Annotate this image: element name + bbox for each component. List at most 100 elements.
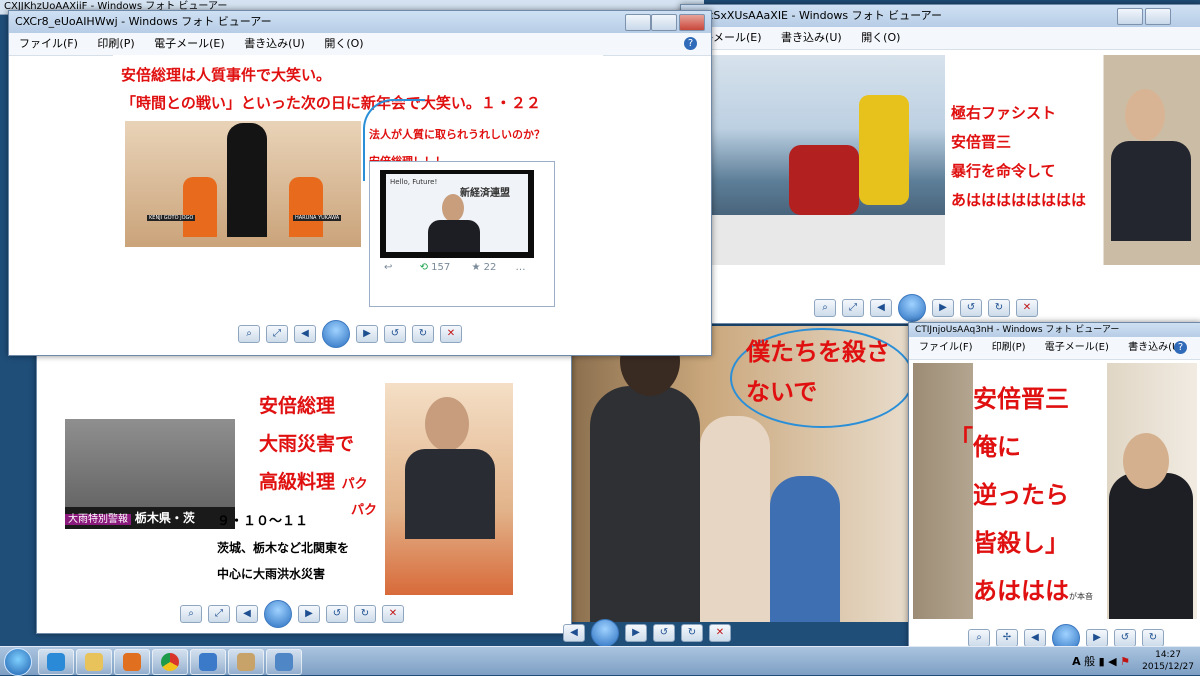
rotate-left-icon[interactable]: ↺ <box>653 624 675 642</box>
flood-desc1: 茨城、栃木など北関東を <box>217 541 350 555</box>
flag-icon[interactable]: ⚑ <box>1120 655 1130 668</box>
volume-icon[interactable]: ◀ <box>1108 655 1116 668</box>
close-button[interactable] <box>679 14 705 31</box>
tray-ime-mode[interactable]: 般 <box>1084 655 1095 668</box>
tweet-window[interactable]: Hello, Future! 新経済連盟 ↩ ⟲ 157 ★ 22 … <box>369 161 555 307</box>
maximize-button[interactable] <box>1145 8 1171 25</box>
menu-file[interactable]: ファイル(F) <box>19 37 78 50</box>
taskbar-media[interactable] <box>114 649 150 675</box>
reply-icon[interactable]: ↩ <box>384 262 392 273</box>
next-icon[interactable]: ▶ <box>298 605 320 623</box>
taskbar-app5[interactable] <box>190 649 226 675</box>
dining-photo <box>385 383 513 595</box>
help-icon[interactable]: ? <box>1174 341 1187 354</box>
zoom-icon[interactable]: ⌕ <box>180 605 202 623</box>
smiling-photo: 極右ファシスト 安倍晋三 暴行を命令して あはははははははは <box>945 55 1200 265</box>
minimize-button[interactable] <box>1117 8 1143 25</box>
prev-icon[interactable]: ◀ <box>236 605 258 623</box>
zoom-icon[interactable]: ⌕ <box>968 629 990 647</box>
flood-desc2: 中心に大雨洪水災害 <box>217 567 326 581</box>
delete-icon[interactable]: ✕ <box>709 624 731 642</box>
menu-burn[interactable]: 書き込み(U) <box>781 31 842 44</box>
menu-email[interactable]: 電子メール(E) <box>1045 342 1109 353</box>
clock[interactable]: 14:27 2015/12/27 <box>1142 649 1194 673</box>
tray-ime-a[interactable]: A <box>1072 655 1081 668</box>
headline-line1: 安倍総理は人質事件で大笑い。 <box>121 66 332 84</box>
menu-print[interactable]: 印刷(P) <box>992 342 1026 353</box>
more-icon[interactable]: … <box>516 262 526 273</box>
start-button[interactable] <box>4 648 32 676</box>
man-figure <box>590 386 700 622</box>
ie-icon <box>47 653 65 671</box>
person-figure <box>789 145 859 215</box>
taskbar-explorer[interactable] <box>76 649 112 675</box>
rotate-left-icon[interactable]: ↺ <box>960 299 982 317</box>
taskbar-chrome[interactable] <box>152 649 188 675</box>
photo-viewer-window-bottomright[interactable]: CTIJnjoUsAAq3nH - Windows フォト ビューアー ファイル… <box>908 322 1200 654</box>
quote-line1: 安倍晋三 <box>973 385 1069 413</box>
delete-icon[interactable]: ✕ <box>382 605 404 623</box>
window-title: kSxXUsAAaXIE - Windows フォト ビューアー <box>707 9 942 22</box>
news-region: 栃木県・茨 <box>134 511 195 525</box>
zoom-icon[interactable]: ⌕ <box>238 325 260 343</box>
rotate-left-icon[interactable]: ↺ <box>384 325 406 343</box>
background-viewer-toolbar: ◀ ▶ ↺ ↻ ✕ <box>560 618 734 648</box>
rotate-left-icon[interactable]: ↺ <box>326 605 348 623</box>
menu-print[interactable]: 印刷(P) <box>97 37 134 50</box>
zoom-icon[interactable]: ⌕ <box>814 299 836 317</box>
prev-icon[interactable]: ◀ <box>563 624 585 642</box>
fit-icon[interactable]: ⤢ <box>208 605 230 623</box>
prev-icon[interactable]: ◀ <box>294 325 316 343</box>
delete-icon[interactable]: ✕ <box>440 325 462 343</box>
rotate-right-icon[interactable]: ↻ <box>354 605 376 623</box>
fit-icon[interactable]: ⤢ <box>266 325 288 343</box>
next-icon[interactable]: ▶ <box>1086 629 1108 647</box>
taskbar-photo-viewer[interactable] <box>266 649 302 675</box>
slideshow-icon[interactable] <box>264 600 292 628</box>
delete-icon[interactable]: ✕ <box>1016 299 1038 317</box>
slideshow-icon[interactable] <box>322 320 350 348</box>
retweet-icon[interactable]: ⟲ <box>420 262 428 273</box>
fit-icon[interactable]: ⤢ <box>842 299 864 317</box>
photo-viewer-window-topright[interactable]: kSxXUsAAaXIE - Windows フォト ビューアー 電子メール(E… <box>680 4 1200 324</box>
flood-date: ９・１０～１１ <box>217 514 309 529</box>
network-icon[interactable]: ▮ <box>1099 655 1105 668</box>
next-icon[interactable]: ▶ <box>356 325 378 343</box>
prev-icon[interactable]: ◀ <box>1024 629 1046 647</box>
star-icon[interactable]: ★ <box>471 262 480 273</box>
handwriting-line2: ないで <box>746 378 818 406</box>
hostage-label-left: KENJI GOTO JOGO <box>147 215 196 221</box>
quote-line5: あはははが本音 <box>973 567 1133 621</box>
taskbar-ie[interactable] <box>38 649 74 675</box>
photo-viewer-window-bottomleft[interactable]: 大雨特別警報 栃木県・茨 安倍総理 大雨災害で 高級料理 パク パク ９・１０～… <box>36 328 572 634</box>
maximize-button[interactable] <box>651 14 677 31</box>
help-icon[interactable]: ? <box>684 37 697 50</box>
minimize-button[interactable] <box>625 14 651 31</box>
rotate-left-icon[interactable]: ↺ <box>1114 629 1136 647</box>
quote-line2: 俺に <box>973 433 1021 461</box>
menu-open[interactable]: 開く(O) <box>324 37 363 50</box>
menu-burn[interactable]: 書き込み(U) <box>244 37 305 50</box>
tweet-photo: Hello, Future! 新経済連盟 <box>380 170 534 258</box>
slideshow-icon[interactable] <box>591 619 619 647</box>
next-icon[interactable]: ▶ <box>932 299 954 317</box>
rotate-right-icon[interactable]: ↻ <box>988 299 1010 317</box>
window-titlebar[interactable]: CXCr8_eUoAIHWwj - Windows フォト ビューアー <box>9 11 711 33</box>
taskbar-paint[interactable] <box>228 649 264 675</box>
news-caption: 大雨特別警報 <box>65 514 131 525</box>
menu-email[interactable]: 電子メール(E) <box>154 37 225 50</box>
slideshow-icon[interactable] <box>898 294 926 322</box>
rotate-right-icon[interactable]: ↻ <box>1142 629 1164 647</box>
hostage-left-figure <box>183 177 217 237</box>
window-titlebar[interactable]: CTIJnjoUsAAq3nH - Windows フォト ビューアー <box>909 323 1200 337</box>
prev-icon[interactable]: ◀ <box>870 299 892 317</box>
photo-viewer-icon <box>275 653 293 671</box>
rotate-right-icon[interactable]: ↻ <box>681 624 703 642</box>
next-icon[interactable]: ▶ <box>625 624 647 642</box>
rotate-right-icon[interactable]: ↻ <box>412 325 434 343</box>
fit-icon[interactable]: ✢ <box>996 629 1018 647</box>
photo-viewer-window-main[interactable]: CXCr8_eUoAIHWwj - Windows フォト ビューアー ファイル… <box>8 10 712 356</box>
window-titlebar[interactable]: kSxXUsAAaXIE - Windows フォト ビューアー <box>681 5 1200 27</box>
menu-file[interactable]: ファイル(F) <box>919 342 973 353</box>
menu-open[interactable]: 開く(O) <box>861 31 900 44</box>
